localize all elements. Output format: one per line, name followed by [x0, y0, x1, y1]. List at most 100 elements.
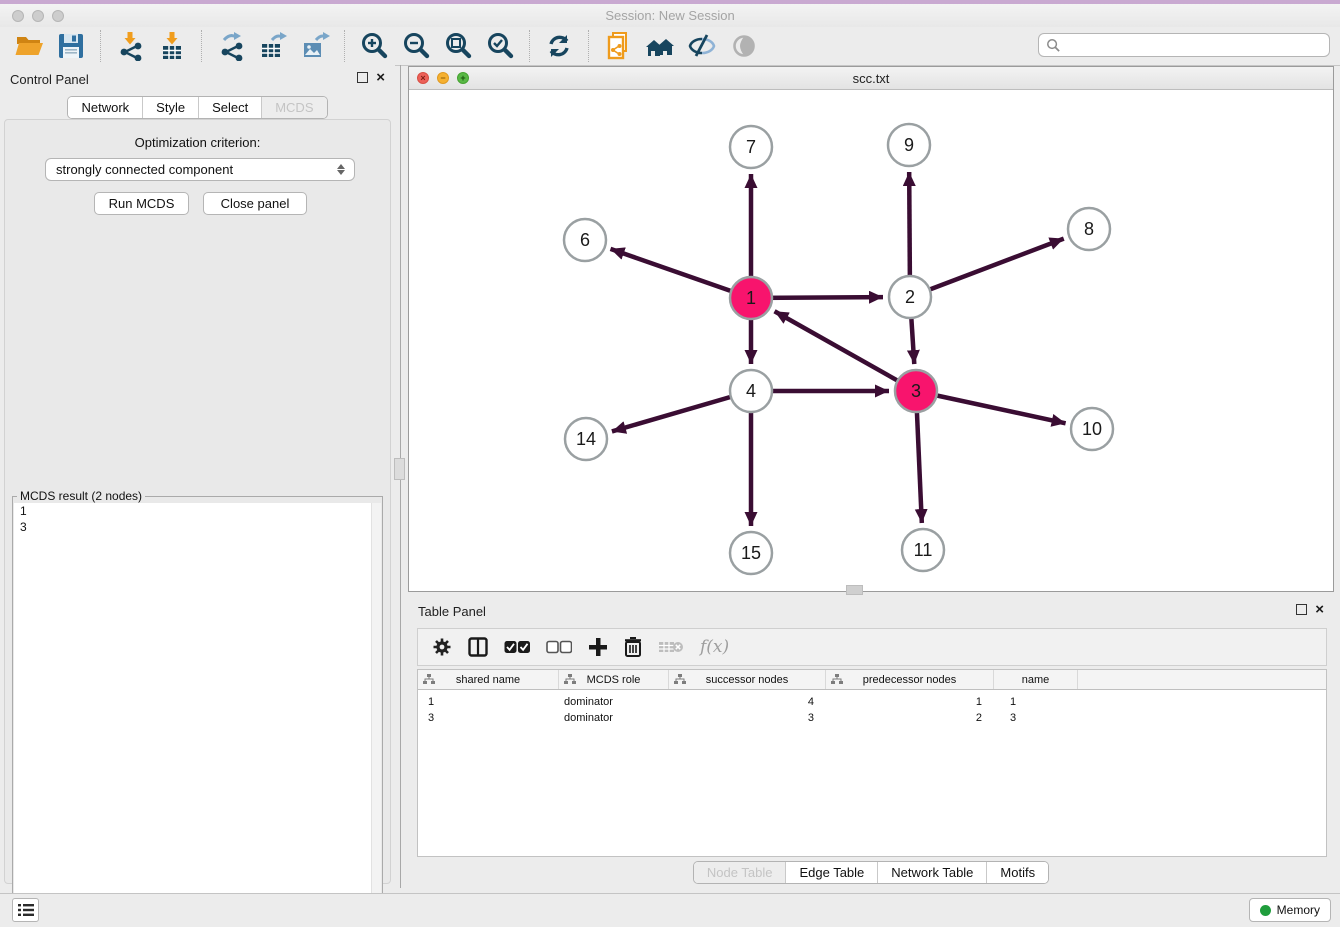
houses-icon[interactable] [643, 29, 677, 63]
column-header-shared-name[interactable]: shared name [418, 670, 559, 689]
toolbar-separator [201, 30, 202, 62]
import-network-icon[interactable] [113, 29, 147, 63]
control-panel: Control Panel × NetworkStyleSelectMCDS O… [0, 65, 395, 888]
toolbar-separator [529, 30, 530, 62]
column-header-name[interactable]: name [994, 670, 1078, 689]
tab-style[interactable]: Style [142, 97, 198, 118]
column-header-successor-nodes[interactable]: successor nodes [669, 670, 826, 689]
close-panel-icon[interactable]: × [376, 72, 385, 83]
table-tabs: Node TableEdge TableNetwork TableMotifs [693, 861, 1049, 884]
table-cell: 3 [994, 712, 1078, 724]
graph-node-6[interactable]: 6 [564, 219, 606, 261]
zoom-fit-icon[interactable] [441, 29, 475, 63]
tab-network[interactable]: Network [68, 97, 142, 118]
list-icon [18, 903, 34, 917]
save-session-icon[interactable] [54, 29, 88, 63]
table-settings-gear-icon[interactable] [432, 637, 452, 657]
show-details-icon[interactable] [727, 29, 761, 63]
table-row[interactable]: 3dominator323 [418, 710, 1326, 726]
graph-node-4[interactable]: 4 [730, 370, 772, 412]
graph-node-1[interactable]: 1 [730, 277, 772, 319]
search-input[interactable] [1065, 35, 1329, 55]
export-network-icon[interactable] [214, 29, 248, 63]
tab-node-table[interactable]: Node Table [694, 862, 786, 883]
search-field [1038, 33, 1330, 57]
table-panel: Table Panel × [408, 597, 1334, 888]
graph-node-10[interactable]: 10 [1071, 408, 1113, 450]
svg-text:6: 6 [580, 230, 590, 250]
session-title: Session: New Session [0, 8, 1340, 23]
svg-text:14: 14 [576, 429, 596, 449]
graph-node-7[interactable]: 7 [730, 126, 772, 168]
column-header-MCDS-role[interactable]: MCDS role [559, 670, 669, 689]
import-table-icon[interactable] [155, 29, 189, 63]
result-scrollbar[interactable] [371, 503, 381, 923]
column-header-predecessor-nodes[interactable]: predecessor nodes [826, 670, 994, 689]
tab-mcds[interactable]: MCDS [261, 97, 326, 118]
zoom-out-icon[interactable] [399, 29, 433, 63]
graph-node-3[interactable]: 3 [895, 370, 937, 412]
graph-node-11[interactable]: 11 [902, 529, 944, 571]
export-table-icon[interactable] [256, 29, 290, 63]
graph-edge-3-1[interactable] [775, 311, 916, 391]
float-panel-icon[interactable] [357, 72, 368, 83]
network-window-titlebar[interactable]: × − + scc.txt [409, 67, 1333, 90]
graph-edge-1-6[interactable] [610, 249, 751, 298]
memory-status-icon [1260, 905, 1271, 916]
panel-splitter-handle[interactable] [394, 458, 405, 480]
select-all-icon[interactable] [504, 640, 530, 654]
table-cell: 2 [826, 712, 994, 724]
graph-node-2[interactable]: 2 [889, 276, 931, 318]
task-history-button[interactable] [12, 898, 39, 922]
status-bar: Memory [0, 893, 1340, 927]
graph-node-8[interactable]: 8 [1068, 208, 1110, 250]
graph-node-9[interactable]: 9 [888, 124, 930, 166]
export-image-icon[interactable] [298, 29, 332, 63]
tab-network-table[interactable]: Network Table [877, 862, 986, 883]
svg-text:10: 10 [1082, 419, 1102, 439]
titlebar-accent-strip [0, 0, 1340, 4]
titlebar: Session: New Session [0, 0, 1340, 28]
graph-node-14[interactable]: 14 [565, 418, 607, 460]
close-panel-button[interactable]: Close panel [203, 192, 307, 215]
toolbar-separator [588, 30, 589, 62]
graph-node-15[interactable]: 15 [730, 532, 772, 574]
clone-network-icon[interactable] [601, 29, 635, 63]
svg-text:7: 7 [746, 137, 756, 157]
zoom-in-icon[interactable] [357, 29, 391, 63]
refresh-icon[interactable] [542, 29, 576, 63]
column-header-label: predecessor nodes [863, 674, 957, 686]
toolbar-separator [344, 30, 345, 62]
tab-edge-table[interactable]: Edge Table [785, 862, 877, 883]
table-row[interactable]: 1dominator411 [418, 694, 1326, 710]
hide-details-icon[interactable] [685, 29, 719, 63]
svg-text:1: 1 [746, 288, 756, 308]
network-window-title: scc.txt [409, 71, 1333, 86]
svg-text:11: 11 [914, 540, 933, 560]
open-session-icon[interactable] [12, 29, 46, 63]
tab-select[interactable]: Select [198, 97, 261, 118]
delete-table-icon[interactable] [658, 639, 684, 655]
function-builder-icon[interactable]: f(x) [700, 637, 729, 657]
mcds-result-title: MCDS result (2 nodes) [17, 489, 145, 503]
toggle-column-view-icon[interactable] [468, 637, 488, 657]
add-column-icon[interactable] [588, 637, 608, 657]
table-cell: 1 [418, 696, 559, 708]
memory-button[interactable]: Memory [1249, 898, 1331, 922]
svg-text:4: 4 [746, 381, 756, 401]
delete-column-icon[interactable] [624, 637, 642, 657]
network-splitter-handle[interactable] [846, 585, 863, 595]
graph-edge-2-8[interactable] [910, 239, 1064, 297]
graph-edge-3-10[interactable] [916, 391, 1066, 423]
tab-motifs[interactable]: Motifs [986, 862, 1048, 883]
float-table-panel-icon[interactable] [1296, 604, 1307, 615]
optimization-select[interactable]: strongly connected component [45, 158, 355, 181]
column-header-label: MCDS role [587, 674, 641, 686]
zoom-selected-icon[interactable] [483, 29, 517, 63]
close-table-panel-icon[interactable]: × [1315, 604, 1324, 615]
deselect-all-icon[interactable] [546, 640, 572, 654]
network-canvas[interactable]: 7 9 6 8 1 2 4 3 14 10 15 11 [409, 89, 1333, 591]
mcds-result-text[interactable]: 13 [14, 503, 381, 923]
table-cell: dominator [559, 712, 669, 724]
run-mcds-button[interactable]: Run MCDS [94, 192, 189, 215]
